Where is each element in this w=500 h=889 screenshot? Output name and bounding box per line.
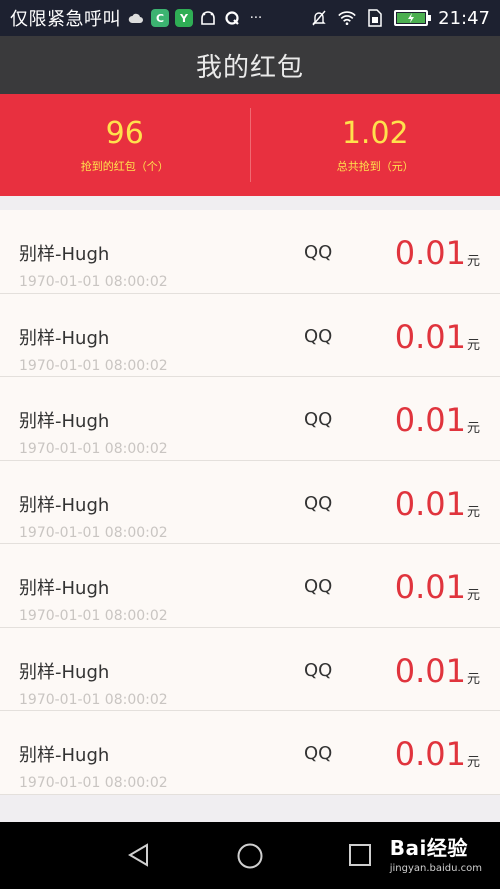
source-label: QQ — [304, 325, 333, 347]
watermark-url: jingyan.baidu.com — [389, 863, 482, 874]
total-amount-caption: 总共抢到（元） — [336, 160, 414, 173]
total-amount-cell: 1.02 总共抢到（元） — [251, 94, 500, 196]
list-item[interactable]: 别样-Hugh 1970-01-01 08:00:02 QQ 0.01 元 — [0, 544, 500, 628]
status-bar: 仅限紧急呼叫 C Y ··· 21:47 — [0, 0, 500, 36]
summary-panel: 96 抢到的红包（个） 1.02 总共抢到（元） — [0, 94, 500, 196]
status-time: 21:47 — [438, 7, 490, 29]
source-label: QQ — [304, 576, 333, 597]
amount-value: 0.01 — [394, 401, 466, 439]
q-icon — [223, 9, 241, 27]
sender-name: 别样-Hugh — [19, 411, 110, 432]
received-time: 1970-01-01 08:00:02 — [19, 441, 168, 457]
received-time: 1970-01-01 08:00:02 — [19, 775, 168, 791]
amount-value: 0.01 — [394, 484, 466, 523]
amount-value: 0.01 — [394, 568, 466, 606]
wifi-icon — [338, 9, 356, 27]
list-item[interactable]: 别样-Hugh 1970-01-01 08:00:02 QQ 0.01 元 — [0, 711, 500, 795]
watermark-brand: Bai经验 — [389, 836, 468, 860]
red-packet-count-cell: 96 抢到的红包（个） — [0, 94, 250, 196]
received-time: 1970-01-01 08:00:02 — [19, 274, 168, 290]
amount-value: 0.01 — [394, 735, 466, 773]
amount-value: 0.01 — [394, 651, 466, 690]
app-y-icon: Y — [175, 9, 193, 27]
amount-unit: 元 — [466, 254, 480, 269]
red-packet-list: 别样-Hugh 1970-01-01 08:00:02 QQ 0.01 元 别样… — [0, 210, 500, 795]
mute-icon — [310, 9, 328, 27]
baidu-jingyan-watermark: Bai经验 jingyan.baidu.com — [390, 832, 482, 874]
source-label: QQ — [304, 242, 333, 263]
sender-name: 别样-Hugh — [19, 327, 110, 349]
list-item[interactable]: 别样-Hugh 1970-01-01 08:00:02 QQ 0.01 元 — [0, 210, 500, 294]
source-label: QQ — [304, 492, 333, 514]
app-header: 我的红包 — [0, 36, 500, 94]
list-item[interactable]: 别样-Hugh 1970-01-01 08:00:02 QQ 0.01 元 — [0, 461, 500, 544]
android-icon — [199, 9, 217, 27]
list-item[interactable]: 别样-Hugh 1970-01-01 08:00:02 QQ 0.01 元 — [0, 294, 500, 377]
amount-unit: 元 — [466, 337, 480, 353]
sender-name: 别样-Hugh — [19, 578, 110, 599]
more-dots-icon: ··· — [249, 10, 263, 26]
recents-square-icon[interactable] — [348, 843, 372, 867]
sender-name: 别样-Hugh — [19, 745, 110, 766]
total-amount-value: 1.02 — [341, 116, 409, 151]
list-item[interactable]: 别样-Hugh 1970-01-01 08:00:02 QQ 0.01 元 — [0, 628, 500, 711]
sender-name: 别样-Hugh — [19, 661, 110, 683]
received-time: 1970-01-01 08:00:02 — [19, 608, 168, 624]
amount-unit: 元 — [466, 504, 480, 520]
red-packet-count-value: 96 — [105, 116, 144, 151]
cloud-icon — [127, 9, 145, 27]
red-packet-count-caption: 抢到的红包（个） — [80, 160, 169, 173]
amount-unit: 元 — [466, 671, 480, 687]
sender-name: 别样-Hugh — [19, 494, 110, 516]
emergency-call-text: 仅限紧急呼叫 — [10, 9, 121, 30]
back-triangle-icon[interactable] — [126, 842, 152, 868]
amount-unit: 元 — [466, 755, 480, 770]
home-circle-icon[interactable] — [236, 842, 264, 870]
received-time: 1970-01-01 08:00:02 — [19, 524, 168, 541]
received-time: 1970-01-01 08:00:02 — [19, 357, 168, 374]
amount-unit: 元 — [466, 421, 480, 436]
source-label: QQ — [304, 409, 333, 430]
amount-unit: 元 — [466, 588, 480, 603]
battery-icon — [394, 10, 432, 26]
status-right-icons: 21:47 — [310, 8, 490, 29]
source-label: QQ — [304, 659, 333, 681]
sender-name: 别样-Hugh — [19, 244, 110, 265]
notification-icons: C Y ··· — [127, 9, 265, 27]
app-c-icon: C — [151, 9, 169, 27]
source-label: QQ — [304, 743, 333, 764]
page-title: 我的红包 — [195, 52, 304, 83]
amount-value: 0.01 — [394, 317, 466, 356]
received-time: 1970-01-01 08:00:02 — [19, 691, 168, 708]
list-item[interactable]: 别样-Hugh 1970-01-01 08:00:02 QQ 0.01 元 — [0, 377, 500, 461]
amount-value: 0.01 — [394, 234, 466, 272]
system-nav-bar: Bai经验 jingyan.baidu.com — [0, 822, 500, 889]
sim-icon — [366, 9, 384, 27]
